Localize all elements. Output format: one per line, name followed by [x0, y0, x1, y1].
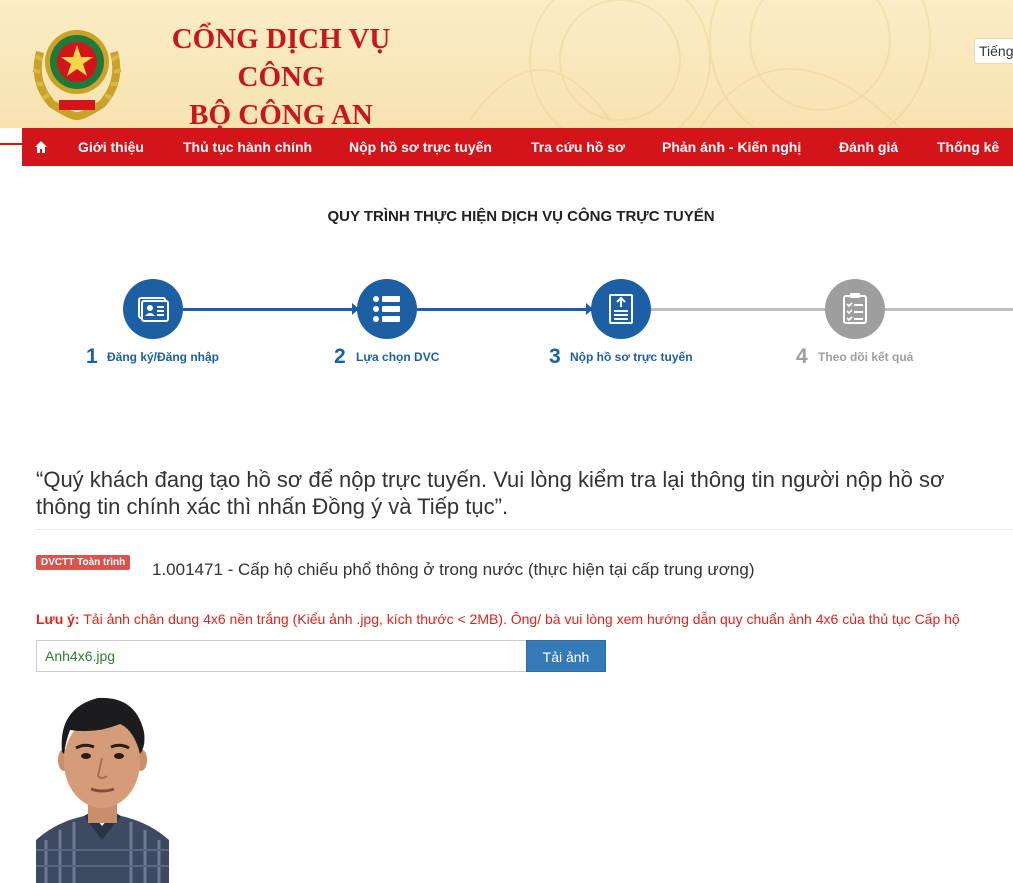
note-label: Lưu ý:	[36, 611, 80, 627]
status-badge: DVCTT Toàn trình	[36, 555, 131, 570]
process-connector-2	[417, 308, 592, 311]
step-4-number: 4	[796, 345, 808, 368]
portrait-photo	[36, 690, 169, 883]
portrait-image	[36, 690, 169, 883]
language-selector[interactable]: Tiếng	[974, 38, 1013, 64]
upload-photo-button[interactable]: Tải ảnh	[526, 640, 606, 672]
brand-line-1: CỔNG DỊCH VỤ CÔNG	[171, 23, 391, 93]
step-4-circle	[825, 279, 885, 339]
process-connector-4	[885, 308, 1013, 311]
nav-item-thong-ke[interactable]: Thống kê	[937, 128, 999, 166]
step-1-label: Đăng ký/Đăng nhập	[107, 350, 220, 364]
procedure-name: 1.001471 - Cấp hộ chiếu phổ thông ở tron…	[152, 560, 755, 580]
step-3-circle	[591, 279, 651, 339]
process-title: QUY TRÌNH THỰC HIỆN DỊCH VỤ CÔNG TRỰC TU…	[327, 208, 715, 225]
process-connector-3	[651, 308, 826, 311]
photo-file-input[interactable]: Anh4x6.jpg	[36, 640, 527, 672]
police-emblem-icon[interactable]	[22, 12, 132, 122]
nav-lead-line	[0, 143, 22, 145]
list-icon	[373, 296, 400, 322]
procedure-code: 1.001471	[152, 560, 223, 579]
site-brand[interactable]: CỔNG DỊCH VỤ CÔNG BỘ CÔNG AN	[150, 20, 412, 128]
step-3-label: Nộp hồ sơ trực tuyến	[570, 350, 693, 364]
nav-item-gioi-thieu[interactable]: Giới thiệu	[78, 128, 144, 166]
main-nav: Giới thiệu Thủ tục hành chính Nộp hồ sơ …	[22, 128, 1013, 166]
notice-line-1: “Quý khách đang tạo hồ sơ để nộp trực tu…	[36, 467, 945, 492]
step-4-label: Theo dõi kết quả	[818, 350, 914, 364]
brand-line-2: BỘ CÔNG AN	[189, 99, 373, 128]
id-card-icon	[138, 297, 169, 322]
nav-item-thu-tuc-hanh-chinh[interactable]: Thủ tục hành chính	[183, 128, 312, 166]
confirmation-notice: “Quý khách đang tạo hồ sơ để nộp trực tu…	[36, 466, 1013, 520]
nav-item-danh-gia[interactable]: Đánh giá	[839, 128, 898, 166]
document-upload-icon	[609, 294, 633, 324]
step-2-circle	[357, 279, 417, 339]
step-3-number: 3	[549, 345, 561, 368]
note-text: Tải ảnh chân dung 4x6 nền trắng (Kiểu ản…	[79, 611, 960, 627]
nav-item-tra-cuu[interactable]: Tra cứu hồ sơ	[531, 128, 625, 166]
process-connector-1	[183, 308, 358, 311]
site-header: CỔNG DỊCH VỤ CÔNG BỘ CÔNG AN Tiếng	[0, 0, 1013, 128]
step-2-label: Lựa chọn DVC	[356, 350, 440, 364]
step-1-number: 1	[86, 345, 98, 368]
upload-note: Lưu ý: Tải ảnh chân dung 4x6 nền trắng (…	[36, 611, 960, 627]
notice-line-2: thông tin chính xác thì nhấn Đồng ý và T…	[36, 494, 509, 519]
home-icon[interactable]	[34, 140, 48, 154]
step-2-number: 2	[334, 345, 346, 368]
step-1-circle	[123, 279, 183, 339]
nav-item-phan-anh[interactable]: Phản ánh - Kiến nghị	[662, 128, 801, 166]
nav-item-nop-ho-so[interactable]: Nộp hồ sơ trực tuyến	[349, 128, 492, 166]
section-divider	[36, 529, 1013, 530]
clipboard-checklist-icon	[843, 293, 867, 324]
procedure-title: - Cấp hộ chiếu phổ thông ở trong nước (t…	[222, 560, 755, 579]
